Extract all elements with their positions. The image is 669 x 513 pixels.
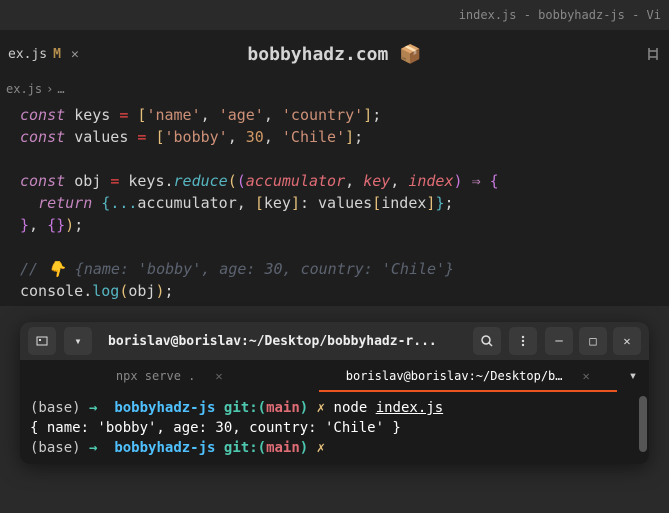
code-area[interactable]: const keys = ['name', 'age', 'country'];… bbox=[0, 100, 669, 306]
terminal-body[interactable]: (base) → bobbyhadz-js git:(main) ✗ node … bbox=[20, 392, 649, 464]
editor-tab[interactable]: ex.js M ✕ bbox=[0, 38, 91, 70]
maximize-button[interactable]: □ bbox=[579, 327, 607, 355]
terminal-line-3: (base) → bobbyhadz-js git:(main) ✗ bbox=[30, 438, 639, 458]
terminal-line-2: { name: 'bobby', age: 30, country: 'Chil… bbox=[30, 418, 639, 438]
editor-header: ex.js M ✕ bobbyhadz.com 📦 bbox=[0, 30, 669, 78]
code-line-6: // 👇 {name: 'bobby', age: 30, country: '… bbox=[20, 258, 649, 280]
terminal-window: ▾ borislav@borislav:~/Desktop/bobbyhadz-… bbox=[20, 322, 649, 464]
code-line-3: const obj = keys.reduce((accumulator, ke… bbox=[20, 170, 649, 192]
close-icon[interactable]: ✕ bbox=[583, 369, 590, 383]
tab-dropdown-icon[interactable]: ▾ bbox=[617, 360, 649, 392]
terminal-tab-2[interactable]: borislav@borislav:~/Desktop/b… ✕ bbox=[319, 360, 618, 392]
close-icon[interactable]: ✕ bbox=[215, 369, 222, 383]
breadcrumb-more: … bbox=[57, 82, 64, 96]
compare-icon[interactable] bbox=[645, 46, 661, 62]
terminal-titlebar[interactable]: ▾ borislav@borislav:~/Desktop/bobbyhadz-… bbox=[20, 322, 649, 360]
tab-name: ex.js bbox=[8, 47, 47, 62]
close-button[interactable]: ✕ bbox=[613, 327, 641, 355]
code-line-5: }, {}); bbox=[20, 214, 649, 236]
terminal-line-1: (base) → bobbyhadz-js git:(main) ✗ node … bbox=[30, 398, 639, 418]
code-line-7: console.log(obj); bbox=[20, 280, 649, 302]
search-icon[interactable] bbox=[473, 327, 501, 355]
breadcrumb-sep: › bbox=[46, 82, 53, 96]
scrollbar[interactable] bbox=[639, 396, 647, 452]
title-bar: index.js - bobbyhadz-js - Vi bbox=[0, 0, 669, 30]
breadcrumb-file: ex.js bbox=[6, 82, 42, 96]
close-icon[interactable]: ✕ bbox=[67, 47, 83, 62]
code-line-1: const keys = ['name', 'age', 'country']; bbox=[20, 104, 649, 126]
minimize-button[interactable]: ─ bbox=[545, 327, 573, 355]
code-line-4: return {...accumulator, [key]: values[in… bbox=[20, 192, 649, 214]
menu-icon[interactable] bbox=[509, 327, 537, 355]
dropdown-button[interactable]: ▾ bbox=[64, 327, 92, 355]
terminal-tabs: npx serve . ✕ borislav@borislav:~/Deskto… bbox=[20, 360, 649, 392]
code-line-2: const values = ['bobby', 30, 'Chile']; bbox=[20, 126, 649, 148]
watermark: bobbyhadz.com 📦 bbox=[247, 44, 421, 65]
terminal-title: borislav@borislav:~/Desktop/bobbyhadz-r.… bbox=[100, 334, 465, 349]
terminal-tab-1[interactable]: npx serve . ✕ bbox=[20, 360, 319, 392]
tab-modified-indicator: M bbox=[53, 47, 61, 62]
new-tab-button[interactable] bbox=[28, 327, 56, 355]
window-title: index.js - bobbyhadz-js - Vi bbox=[459, 0, 669, 30]
breadcrumb[interactable]: ex.js › … bbox=[0, 78, 669, 100]
